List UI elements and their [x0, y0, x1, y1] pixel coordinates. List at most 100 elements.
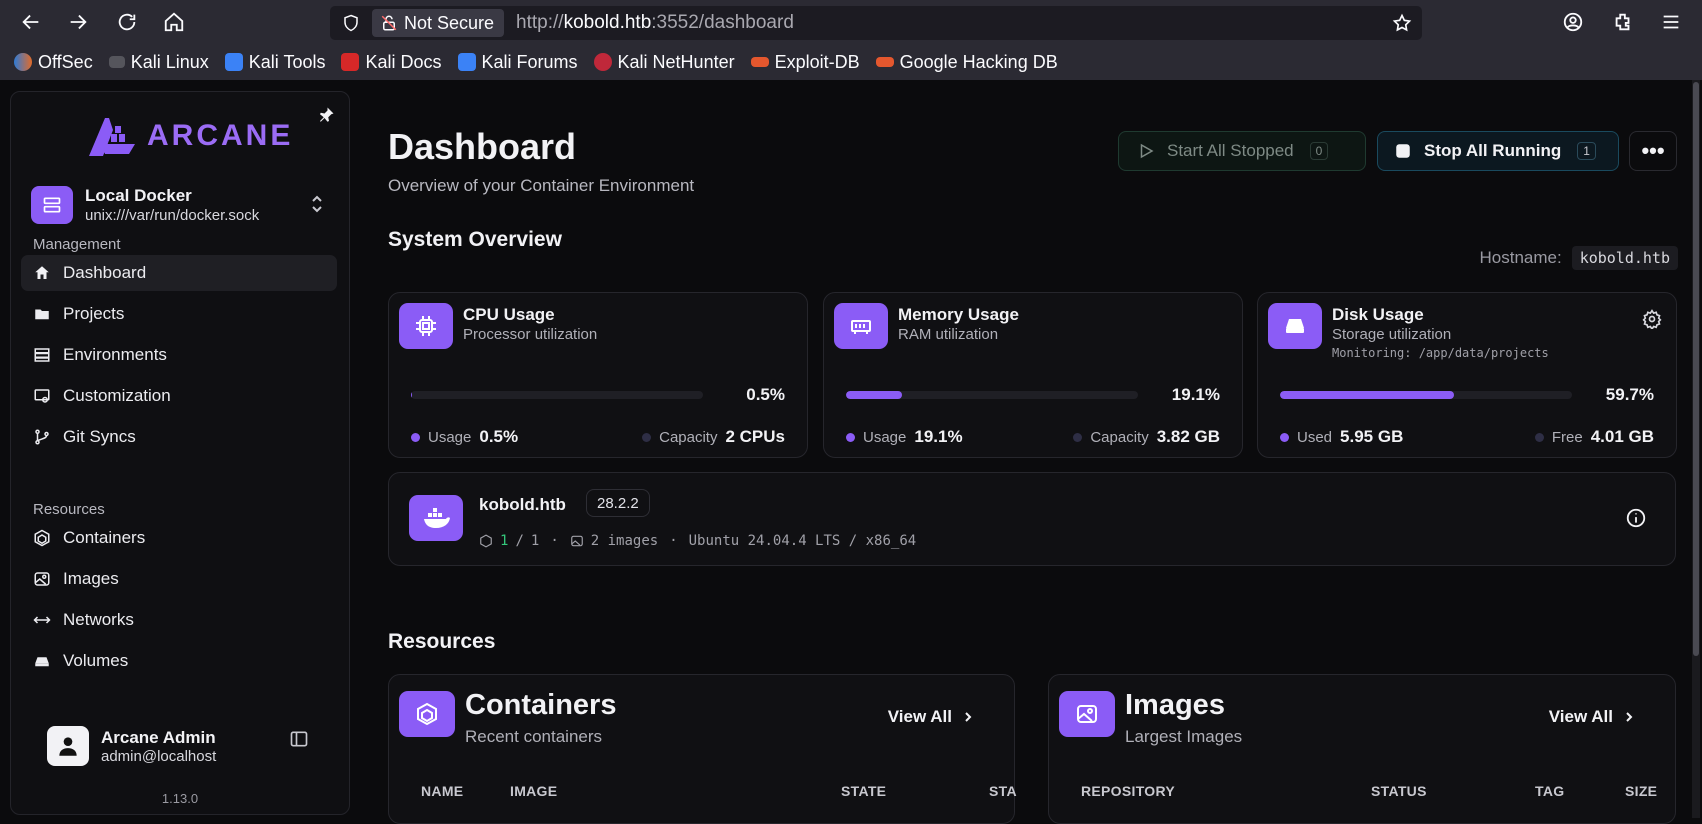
folder-icon — [35, 309, 49, 320]
scrollbar-thumb[interactable] — [1693, 82, 1699, 656]
view-all-images-link[interactable]: View All — [1549, 707, 1635, 727]
column-header[interactable]: STATUS — [1371, 783, 1427, 799]
stop-all-running-button[interactable]: Stop All Running 1 — [1377, 131, 1619, 171]
column-header[interactable]: IMAGE — [510, 783, 557, 799]
host-meta: 1 / 1 · 2 images · Ubuntu 24.04.4 LTS / … — [479, 533, 916, 549]
home-icon — [35, 266, 49, 279]
usage-bar — [846, 391, 1138, 399]
stat-label: Usage — [863, 428, 907, 446]
forward-icon[interactable] — [65, 9, 91, 35]
usage-percent: 59.7% — [1605, 385, 1654, 404]
bookmark-google-hacking-db[interactable]: Google Hacking DB — [875, 52, 1058, 73]
sidebar-item-volumes[interactable]: Volumes — [21, 643, 337, 679]
url-text[interactable]: http://kobold.htb:3552/dashboard — [516, 12, 794, 34]
environment-switcher[interactable]: Local Docker unix:///var/run/docker.sock — [31, 182, 335, 228]
home-icon[interactable] — [161, 9, 187, 35]
sidebar-item-customization[interactable]: Customization — [21, 378, 337, 414]
page-scrollbar[interactable] — [1692, 80, 1700, 818]
column-header[interactable]: TAG — [1535, 783, 1564, 799]
column-header[interactable]: STATE — [841, 783, 886, 799]
sidebar-item-dashboard[interactable]: Dashboard — [21, 255, 337, 291]
bookmark-kali-nethunter[interactable]: Kali NetHunter — [593, 51, 735, 73]
back-icon[interactable] — [18, 9, 44, 35]
bookmark-offsec[interactable]: OffSec — [14, 52, 93, 73]
sidebar-item-git-syncs[interactable]: Git Syncs — [21, 419, 337, 455]
user-profile[interactable]: Arcane Admin admin@localhost — [47, 726, 216, 766]
cpu-usage-card: CPU Usage Processor utilization 0.5% Usa… — [388, 292, 808, 458]
stat-label: Free — [1551, 428, 1583, 446]
stat-label: Capacity — [659, 428, 718, 446]
gear-icon[interactable] — [1642, 309, 1662, 334]
sidebar-item-label: Environments — [63, 345, 167, 364]
card-subtitle: Processor utilization — [463, 326, 598, 343]
shield-icon[interactable] — [342, 14, 360, 37]
separator-dot: · — [669, 533, 678, 549]
pin-icon[interactable] — [317, 106, 335, 129]
insecure-lock-icon — [381, 15, 397, 31]
info-icon[interactable] — [1625, 507, 1647, 534]
sidebar-item-projects[interactable]: Projects — [21, 296, 337, 332]
start-all-label: Start All Stopped — [1167, 141, 1294, 160]
stopped-count-badge: 0 — [1309, 142, 1329, 160]
environment-socket: unix:///var/run/docker.sock — [85, 207, 260, 224]
reload-icon[interactable] — [114, 9, 140, 35]
column-header[interactable]: NAME — [421, 783, 463, 799]
bookmark-star-icon[interactable] — [1392, 13, 1412, 38]
card-title: Disk Usage — [1332, 305, 1424, 324]
management-section-label: Management — [33, 236, 121, 253]
url-prefix: http:// — [516, 12, 564, 33]
address-bar[interactable]: Not Secure http://kobold.htb:3552/dashbo… — [330, 6, 1422, 40]
stat-value: 4.01 GB — [1590, 427, 1654, 446]
host-os: Ubuntu 24.04.4 LTS / x86_64 — [688, 533, 917, 549]
usage-percent: 0.5% — [746, 385, 785, 404]
usage-bar-fill — [846, 391, 902, 399]
bookmark-kali-docs[interactable]: Kali Docs — [341, 51, 442, 73]
bookmark-kali-linux[interactable]: Kali Linux — [108, 51, 209, 73]
card-subtitle: RAM utilization — [898, 326, 999, 343]
free-dot — [1534, 432, 1544, 442]
menu-icon[interactable] — [1658, 9, 1684, 35]
logo-text: ARCANE — [147, 119, 294, 152]
not-secure-badge[interactable]: Not Secure — [372, 9, 505, 37]
account-icon[interactable] — [1560, 9, 1586, 35]
running-count-badge: 1 — [1577, 142, 1596, 160]
docker-icon — [409, 495, 463, 541]
app: ARCANE Local Docker unix:///var/run/dock… — [0, 80, 1702, 824]
stop-icon — [1396, 144, 1410, 158]
hostname: Hostname: kobold.htb — [1479, 246, 1678, 270]
view-all-label: View All — [1548, 707, 1613, 726]
more-actions-button[interactable]: ••• — [1629, 131, 1677, 171]
bookmark-label: Kali NetHunter — [617, 51, 735, 72]
stop-all-label: Stop All Running — [1424, 141, 1562, 160]
sidebar-item-networks[interactable]: Networks — [21, 602, 337, 638]
arcane-logo[interactable]: ARCANE — [83, 114, 293, 158]
image-icon — [1059, 691, 1115, 737]
bookmark-kali-tools[interactable]: Kali Tools — [224, 52, 325, 73]
start-all-stopped-button[interactable]: Start All Stopped 0 — [1118, 131, 1366, 171]
docker-host-card: kobold.htb 28.2.2 1 / 1 · 2 images · Ubu… — [388, 472, 1676, 566]
view-all-containers-link[interactable]: View All — [888, 707, 974, 727]
bookmark-exploit-db[interactable]: Exploit-DB — [750, 52, 860, 73]
bookmark-label: Kali Docs — [365, 51, 442, 72]
server-icon — [31, 186, 73, 224]
bookmark-kali-forums[interactable]: Kali Forums — [457, 52, 578, 73]
usage-bar-fill — [1280, 391, 1455, 399]
card-subtitle: Recent containers — [465, 727, 603, 746]
sidebar-item-label: Images — [63, 569, 119, 588]
sidebar-toggle-icon[interactable] — [289, 729, 309, 754]
extensions-icon[interactable] — [1610, 9, 1636, 35]
column-header[interactable]: REPOSITORY — [1081, 783, 1175, 799]
exploit-db-icon — [750, 57, 769, 67]
card-subtitle: Largest Images — [1125, 727, 1243, 746]
kali-tools-icon — [224, 53, 243, 71]
sidebar-item-containers[interactable]: Containers — [21, 520, 337, 556]
sidebar-item-images[interactable]: Images — [21, 561, 337, 597]
usage-dot — [411, 432, 420, 442]
bookmark-label: Kali Linux — [130, 51, 209, 72]
used-dot — [1280, 432, 1289, 442]
column-header[interactable]: STA — [989, 783, 1017, 799]
cpu-icon — [399, 303, 453, 349]
sidebar-item-environments[interactable]: Environments — [21, 337, 337, 373]
column-header[interactable]: SIZE — [1625, 783, 1657, 799]
offsec-icon — [14, 53, 32, 71]
